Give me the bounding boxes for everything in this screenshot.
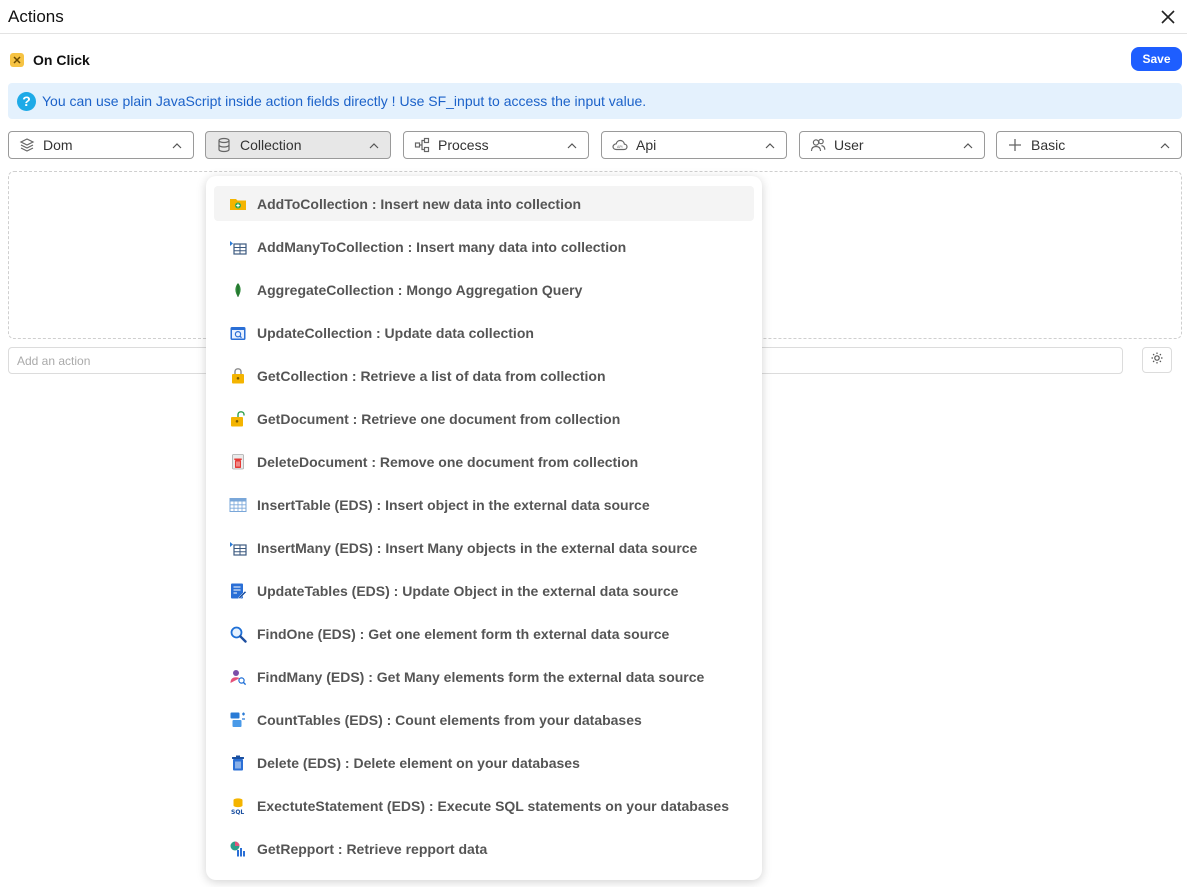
tab-label: User [834,137,864,153]
event-label: On Click [33,52,90,68]
menu-item-insert-many[interactable]: InsertMany (EDS) : Insert Many objects i… [214,530,754,565]
gear-icon [1150,351,1164,370]
chevron-up-icon [962,139,974,151]
menu-item-label: AddManyToCollection : Insert many data i… [257,238,627,255]
folder-add-icon [228,194,248,214]
event-badge-icon [10,53,24,67]
menu-item-label: InsertMany (EDS) : Insert Many objects i… [257,539,698,556]
chevron-up-icon [171,139,183,151]
unlocked-folder-icon [228,409,248,429]
modal-title: Actions [8,7,64,26]
menu-item-label: AggregateCollection : Mongo Aggregation … [257,281,583,298]
menu-item-find-many[interactable]: FindMany (EDS) : Get Many elements form … [214,659,754,694]
modal-header: Actions [0,0,1187,34]
tab-dom[interactable]: Dom [8,131,194,159]
tab-basic[interactable]: Basic [996,131,1182,159]
menu-item-get-repport[interactable]: GetRepport : Retrieve repport data [214,831,754,866]
menu-item-add-many-to-collection[interactable]: AddManyToCollection : Insert many data i… [214,229,754,264]
info-text: You can use plain JavaScript inside acti… [42,93,647,109]
save-button[interactable]: Save [1131,47,1182,71]
tab-label: Dom [43,137,73,153]
menu-item-label: GetRepport : Retrieve repport data [257,840,488,857]
info-banner: ? You can use plain JavaScript inside ac… [8,83,1182,119]
svg-text:SQL: SQL [231,809,244,815]
calendar-update-icon [228,323,248,343]
menu-item-insert-table[interactable]: InsertTable (EDS) : Insert object in the… [214,487,754,522]
report-chart-icon [228,839,248,859]
menu-item-label: FindMany (EDS) : Get Many elements form … [257,668,705,685]
tab-label: Api [636,137,657,153]
plus-icon [1007,137,1023,153]
menu-item-update-tables[interactable]: UpdateTables (EDS) : Update Object in th… [214,573,754,608]
menu-item-label: AddToCollection : Insert new data into c… [257,195,582,212]
settings-button[interactable] [1142,347,1172,373]
magnifier-icon [228,624,248,644]
chevron-up-icon [368,139,380,151]
delete-bin-icon [228,753,248,773]
layers-icon [19,137,35,153]
tab-process[interactable]: Process [403,131,589,159]
edit-document-icon [228,581,248,601]
user-search-icon [228,667,248,687]
locked-folder-icon [228,366,248,386]
menu-item-update-collection[interactable]: UpdateCollection : Update data collectio… [214,315,754,350]
question-icon: ? [17,91,36,111]
menu-item-label: UpdateCollection : Update data collectio… [257,324,534,341]
chevron-up-icon [566,139,578,151]
menu-item-label: DeleteDocument : Remove one document fro… [257,453,639,470]
users-icon [810,137,826,153]
menu-item-delete-document[interactable]: DeleteDocument : Remove one document fro… [214,444,754,479]
database-icon [216,137,232,153]
chevron-up-icon [1159,139,1171,151]
menu-item-label: ExectuteStatement (EDS) : Execute SQL st… [257,797,729,814]
tab-api[interactable]: API Api [601,131,787,159]
menu-item-add-to-collection[interactable]: AddToCollection : Insert new data into c… [214,186,754,221]
menu-item-label: GetCollection : Retrieve a list of data … [257,367,606,384]
svg-text:API: API [617,145,623,149]
category-tabs: Dom Collection Process API Api User Basi… [8,131,1182,159]
cloud-api-icon: API [612,137,628,153]
table-insert-icon [228,538,248,558]
sql-database-icon: SQL [228,796,248,816]
tab-label: Basic [1031,137,1066,153]
process-icon [414,137,430,153]
collection-dropdown-menu: AddToCollection : Insert new data into c… [206,176,762,880]
menu-item-label: UpdateTables (EDS) : Update Object in th… [257,582,679,599]
tab-label: Collection [240,137,302,153]
mongo-leaf-icon [228,280,248,300]
menu-item-count-tables[interactable]: CountTables (EDS) : Count elements from … [214,702,754,737]
menu-item-label: GetDocument : Retrieve one document from… [257,410,621,427]
menu-item-get-collection[interactable]: GetCollection : Retrieve a list of data … [214,358,754,393]
menu-item-find-one[interactable]: FindOne (EDS) : Get one element form th … [214,616,754,651]
tab-collection[interactable]: Collection [205,131,391,159]
table-insert-icon [228,237,248,257]
menu-item-label: Delete (EDS) : Delete element on your da… [257,754,580,771]
close-icon[interactable] [1157,6,1179,28]
event-header: On Click [10,51,90,69]
chevron-up-icon [764,139,776,151]
tab-label: Process [438,137,489,153]
table-icon [228,495,248,515]
menu-item-label: InsertTable (EDS) : Insert object in the… [257,496,650,513]
menu-item-execute-statement[interactable]: SQL ExectuteStatement (EDS) : Execute SQ… [214,788,754,823]
menu-item-delete-eds[interactable]: Delete (EDS) : Delete element on your da… [214,745,754,780]
count-tables-icon [228,710,248,730]
menu-item-aggregate-collection[interactable]: AggregateCollection : Mongo Aggregation … [214,272,754,307]
trash-document-icon [228,452,248,472]
menu-item-label: CountTables (EDS) : Count elements from … [257,711,642,728]
menu-item-get-document[interactable]: GetDocument : Retrieve one document from… [214,401,754,436]
tab-user[interactable]: User [799,131,985,159]
menu-item-label: FindOne (EDS) : Get one element form th … [257,625,670,642]
